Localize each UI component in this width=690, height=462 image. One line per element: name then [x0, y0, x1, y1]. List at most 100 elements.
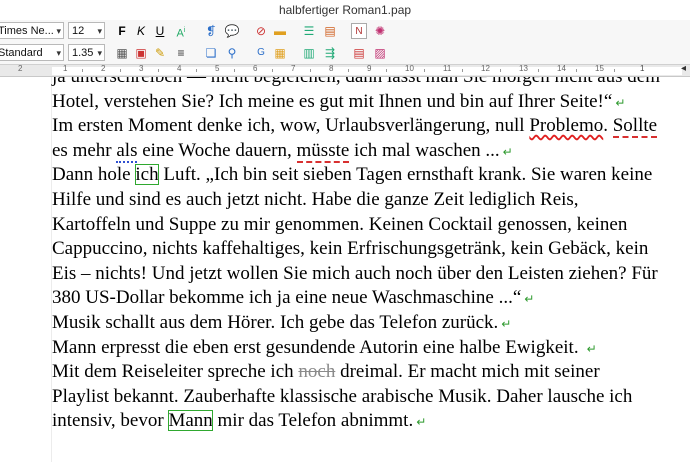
ruler-tick [82, 69, 83, 72]
chevron-down-icon[interactable]: ▾ [56, 23, 61, 38]
paragraph-mark-icon: ↵ [502, 144, 513, 159]
ruler-label: 13 [519, 64, 528, 73]
chart-icon[interactable]: ▥ [301, 45, 317, 61]
horizontal-ruler[interactable]: 2 1 2 3 4 5 6 7 8 9 10 11 12 13 14 15 1 … [0, 63, 690, 77]
chevron-down-icon[interactable]: ▾ [97, 45, 102, 60]
ruler-tick [158, 69, 159, 72]
ruler-label: 5 [215, 64, 220, 73]
document-text[interactable]: ja unterschreiben — nicht begleichen, da… [52, 77, 690, 434]
paragraph-mark-icon: ↵ [524, 292, 535, 307]
search-icon[interactable]: ⊘ [253, 23, 269, 39]
grammar-error[interactable]: müsste [296, 139, 350, 163]
ruler-tick [120, 69, 121, 72]
text-line: es mehr als eine Woche dauern, müsste ic… [52, 139, 513, 163]
text-line: Hotel, verstehen Sie? Ich meine es gut m… [52, 90, 626, 112]
ruler-tick [576, 69, 577, 72]
text-line: intensiv, bevor Mann mir das Telefon abn… [52, 410, 427, 432]
ruler-tick [500, 69, 501, 72]
window-title: halbfertiger Roman1.pap [0, 0, 690, 20]
ruler-label: 10 [405, 64, 414, 73]
spelling-error[interactable]: Problemo [529, 115, 603, 136]
highlighted-word[interactable]: ich [135, 164, 159, 186]
zoom-icon[interactable]: ⚲ [224, 45, 240, 61]
pen-icon[interactable]: ✎ [152, 45, 168, 61]
ruler-tick [386, 69, 387, 72]
ruler-label: 1 [63, 64, 68, 73]
style-value: Standard [0, 47, 43, 59]
italic-icon[interactable]: K [133, 23, 149, 39]
ruler-label: 11 [443, 64, 452, 73]
chevron-down-icon[interactable]: ▾ [56, 45, 61, 60]
ruler-tick [310, 69, 311, 72]
table-icon[interactable]: ▦ [114, 45, 130, 61]
print-icon[interactable]: ▨ [372, 45, 388, 61]
style-combo[interactable]: Standard ▾ [0, 44, 64, 61]
text-line: Kartoffeln und Suppe zu mir genommen. Ke… [52, 213, 628, 235]
bold-icon[interactable]: F [114, 23, 130, 39]
ruler-label: 3 [139, 64, 144, 73]
align-icon[interactable]: ≡ [173, 45, 189, 61]
ruler-label: 2 [18, 64, 23, 73]
text-line: Mit dem Reiseleiter spreche ich noch dre… [52, 361, 600, 383]
line-spacing-value: 1.35 [72, 47, 94, 59]
ruler-label: 8 [329, 64, 334, 73]
outline-icon[interactable]: ☰ [301, 23, 317, 39]
image-icon[interactable]: ▣ [133, 45, 149, 61]
paragraph-toolbar: Standard ▾ 1.35 ▾ ▦ ▣ ✎ ≡ ❏ ⚲ G ▦ ▥ ⇶ ▤ … [0, 42, 690, 64]
ruler-label: 9 [367, 64, 372, 73]
paragraph-mark-icon: ↵ [586, 341, 597, 356]
line-spacing-combo[interactable]: 1.35 ▾ [68, 44, 105, 61]
font-icon[interactable]: G [253, 45, 269, 61]
font-name-value: Times Ne... [0, 25, 54, 37]
text-line: Mann erpresst die eben erst gesundende A… [52, 336, 597, 358]
compass-icon[interactable]: ✺ [372, 23, 388, 39]
character-color-icon[interactable]: Ai [173, 23, 189, 40]
ruler-tick [614, 69, 615, 72]
font-size-value: 12 [72, 25, 85, 37]
font-size-combo[interactable]: 12 ▾ [68, 22, 105, 39]
text-line: Playlist bekannt. Zauberhafte klassische… [52, 385, 633, 407]
ruler-label: 4 [177, 64, 182, 73]
ruler-label: 1 [640, 64, 645, 73]
text-line: Im ersten Moment denke ich, wow, Urlaubs… [52, 115, 658, 139]
document-area[interactable]: ja unterschreiben — nicht begleichen, da… [0, 77, 690, 462]
gallery-icon[interactable]: ▦ [272, 45, 288, 61]
text-line: Musik schallt aus dem Hörer. Ich gebe da… [52, 311, 512, 333]
text-line: Hilfe und sind es auch jetzt nicht. Habe… [52, 188, 579, 210]
paragraph-mark-icon: ↵ [416, 415, 427, 430]
ruler-label: 15 [595, 64, 604, 73]
ruler-tick [538, 69, 539, 72]
ruler-tick [234, 69, 235, 72]
ruler-tick [196, 69, 197, 72]
ruler-label: 7 [291, 64, 296, 73]
highlighted-word[interactable]: Mann [168, 410, 213, 432]
style-suggestion[interactable]: als [116, 139, 138, 163]
chevron-down-icon[interactable]: ▾ [97, 23, 102, 38]
text-line: 380 US-Dollar bekomme ich ja eine neue W… [52, 287, 535, 309]
ruler-label: 2 [101, 64, 106, 73]
note-icon[interactable]: ▬ [272, 23, 288, 39]
paragraph-mark-icon: ↵ [501, 316, 512, 331]
chevron-left-icon[interactable]: ◂ [681, 63, 686, 74]
ruler-label: 6 [253, 64, 258, 73]
ruler-tick [272, 69, 273, 72]
grammar-error[interactable]: Sollte [612, 115, 658, 139]
text-line: Eis – nichts! Und jetzt wollen Sie mich … [52, 262, 658, 284]
book-icon[interactable]: ❏ [203, 45, 219, 61]
ruler-label: 12 [481, 64, 490, 73]
text-line: Cappuccino, nichts kaffehaltiges, kein E… [52, 238, 649, 260]
list-icon[interactable]: ▤ [322, 23, 338, 39]
font-name-combo[interactable]: Times Ne... ▾ [0, 22, 64, 39]
ruler-tick [348, 69, 349, 72]
notes-icon[interactable]: N [351, 23, 367, 39]
spell-check-icon[interactable]: ❡ [203, 23, 219, 39]
comment-icon[interactable]: 💬 [224, 23, 240, 39]
pdf-icon[interactable]: ▤ [351, 45, 367, 61]
formatting-toolbar: Times Ne... ▾ 12 ▾ F K U Ai ❡ 💬 ⊘ ▬ ☰ ▤ … [0, 20, 690, 42]
ruler-label: 14 [557, 64, 566, 73]
ruler-tick [462, 69, 463, 72]
underline-icon[interactable]: U [152, 23, 168, 39]
ruler-tick [424, 69, 425, 72]
deleted-word[interactable]: noch [298, 361, 335, 382]
export-icon[interactable]: ⇶ [322, 45, 338, 61]
